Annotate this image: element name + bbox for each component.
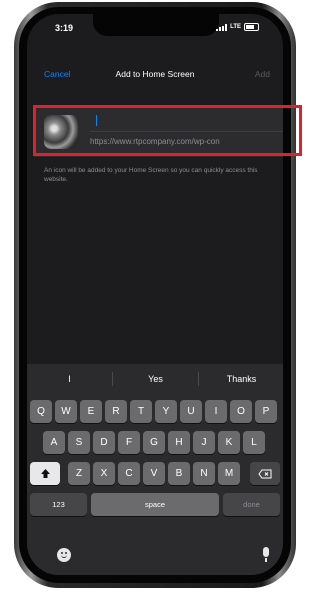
- key-s[interactable]: S: [68, 431, 90, 454]
- key-d[interactable]: D: [93, 431, 115, 454]
- key-k[interactable]: K: [218, 431, 240, 454]
- key-x[interactable]: X: [93, 462, 115, 485]
- emoji-icon[interactable]: [57, 548, 71, 562]
- network-label: LTE: [230, 24, 241, 30]
- key-l[interactable]: L: [243, 431, 265, 454]
- delete-key[interactable]: [250, 462, 280, 485]
- delete-icon: [258, 469, 272, 478]
- key-g[interactable]: G: [143, 431, 165, 454]
- key-z[interactable]: Z: [68, 462, 90, 485]
- keyboard-bottom-bar: [27, 541, 283, 575]
- description-text: An icon will be added to your Home Scree…: [44, 167, 258, 183]
- key-j[interactable]: J: [193, 431, 215, 454]
- key-u[interactable]: U: [180, 400, 202, 423]
- signal-icon: [216, 23, 228, 31]
- battery-icon: [244, 23, 259, 31]
- suggestion-bar: I Yes Thanks: [27, 368, 283, 390]
- suggestion-item[interactable]: Yes: [113, 374, 198, 384]
- key-b[interactable]: B: [168, 462, 190, 485]
- key-e[interactable]: E: [80, 400, 102, 423]
- page-title: Add to Home Screen: [115, 69, 195, 79]
- key-y[interactable]: Y: [155, 400, 177, 423]
- shift-key[interactable]: [30, 462, 60, 485]
- key-n[interactable]: N: [193, 462, 215, 485]
- key-q[interactable]: Q: [30, 400, 52, 423]
- phone-screen: 3:19 LTE Cancel Add to Home Screen Add h…: [27, 14, 283, 575]
- key-c[interactable]: C: [118, 462, 140, 485]
- add-button[interactable]: Add: [255, 69, 270, 79]
- key-p[interactable]: P: [255, 400, 277, 423]
- highlight-box: [33, 105, 302, 156]
- numbers-key[interactable]: 123: [30, 493, 87, 516]
- key-f[interactable]: F: [118, 431, 140, 454]
- shift-icon: [40, 469, 50, 478]
- key-v[interactable]: V: [143, 462, 165, 485]
- nav-bar: Cancel Add to Home Screen Add: [27, 64, 283, 86]
- space-key[interactable]: space: [91, 493, 219, 516]
- status-bar: 3:19 LTE: [27, 14, 283, 40]
- key-i[interactable]: I: [205, 400, 227, 423]
- key-t[interactable]: T: [130, 400, 152, 423]
- status-icons: LTE: [216, 23, 259, 31]
- microphone-icon[interactable]: [263, 547, 269, 562]
- key-w[interactable]: W: [55, 400, 77, 423]
- key-o[interactable]: O: [230, 400, 252, 423]
- key-h[interactable]: H: [168, 431, 190, 454]
- key-m[interactable]: M: [218, 462, 240, 485]
- notch: [93, 14, 219, 36]
- status-time: 3:19: [55, 23, 74, 33]
- key-r[interactable]: R: [105, 400, 127, 423]
- done-key[interactable]: done: [223, 493, 280, 516]
- suggestion-item[interactable]: Thanks: [199, 374, 283, 384]
- key-a[interactable]: A: [43, 431, 65, 454]
- suggestion-item[interactable]: I: [27, 374, 112, 384]
